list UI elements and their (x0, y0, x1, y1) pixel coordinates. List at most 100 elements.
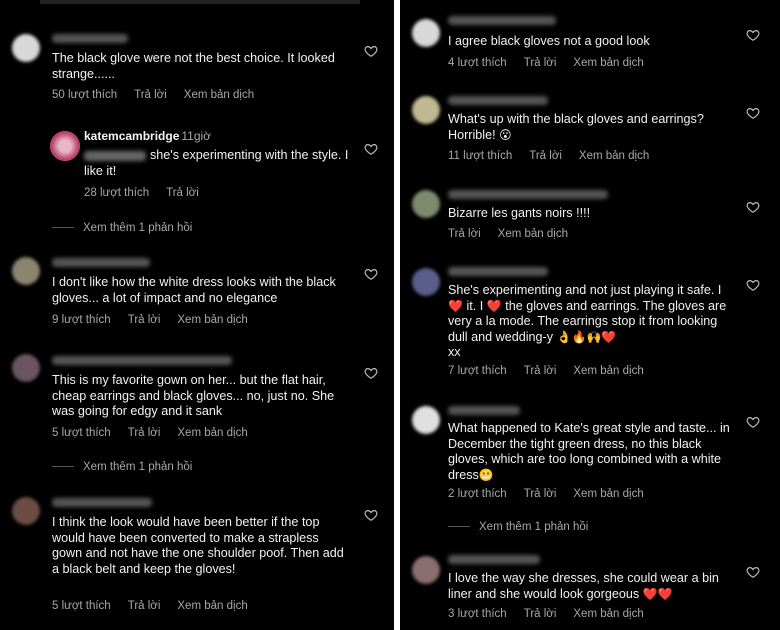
heart-icon[interactable] (746, 106, 760, 120)
red-heart-icon: ❤️ (601, 329, 617, 344)
heart-icon[interactable] (364, 44, 378, 58)
avatar[interactable] (412, 19, 440, 47)
reply-button[interactable]: Trả lời (448, 228, 481, 240)
reply-button[interactable]: Trả lời (134, 89, 167, 101)
avatar[interactable] (412, 268, 440, 296)
avatar[interactable] (12, 34, 40, 62)
username-blurred[interactable] (52, 258, 150, 267)
translate-button[interactable]: Xem bản dịch (498, 228, 568, 240)
reply-button[interactable]: Trả lời (524, 608, 557, 620)
comment-meta: Trả lời Xem bản dịch (448, 228, 585, 240)
heart-icon[interactable] (746, 278, 760, 292)
left-comments-panel: The black glove were not the best choice… (0, 0, 394, 630)
comment-meta: 4 lượt thích Trả lời Xem bản dịch (448, 57, 661, 69)
top-edge (40, 0, 360, 4)
username-blurred[interactable] (448, 16, 556, 25)
comment-text: What happened to Kate's great style and … (448, 421, 730, 482)
surprised-face-icon: 😮 (499, 127, 512, 142)
username-blurred[interactable] (448, 190, 608, 199)
heart-icon[interactable] (746, 415, 760, 429)
heart-icon[interactable] (364, 267, 378, 281)
translate-button[interactable]: Xem bản dịch (177, 600, 247, 612)
reply-button[interactable]: Trả lời (166, 187, 199, 199)
heart-icon[interactable] (746, 28, 760, 42)
username-blurred[interactable] (52, 34, 128, 43)
like-count[interactable]: 5 lượt thích (52, 600, 111, 612)
reply-button[interactable]: Trả lời (524, 365, 557, 377)
comment-meta: 7 lượt thích Trả lời Xem bản dịch (448, 365, 661, 377)
reply-text: she's experimenting with the style. I li… (84, 148, 349, 178)
avatar[interactable] (412, 406, 440, 434)
like-count[interactable]: 50 lượt thích (52, 89, 117, 101)
translate-button[interactable]: Xem bản dịch (573, 57, 643, 69)
username-blurred[interactable] (52, 356, 232, 365)
avatar[interactable] (12, 354, 40, 382)
comment-meta: 9 lượt thích Trả lời Xem bản dịch (52, 314, 265, 326)
avatar[interactable] (12, 257, 40, 285)
reply-author[interactable]: katemcambridge 11giờ (84, 129, 211, 143)
reply-button[interactable]: Trả lời (529, 150, 562, 162)
comment-text: I love the way she dresses, she could we… (448, 571, 719, 601)
heart-icon[interactable] (364, 366, 378, 380)
comment-text: Bizarre les gants noirs !!!! (448, 206, 591, 220)
comment-text: She's experimenting and not just playing… (448, 283, 727, 359)
comment-text: The black glove were not the best choice… (52, 51, 335, 81)
grimacing-face-icon: 😬 (478, 467, 494, 482)
heart-icon[interactable] (364, 508, 378, 522)
heart-icon[interactable] (746, 200, 760, 214)
reply-button[interactable]: Trả lời (128, 314, 161, 326)
username-blurred[interactable] (52, 498, 152, 507)
like-count[interactable]: 28 lượt thích (84, 187, 149, 199)
reply-meta: 28 lượt thích Trả lời (84, 187, 216, 199)
reply-button[interactable]: Trả lời (128, 427, 161, 439)
mention-blurred[interactable] (84, 150, 146, 161)
red-heart-icon: ❤️ (448, 298, 463, 313)
heart-icon[interactable] (746, 565, 760, 579)
comment-text: I agree black gloves not a good look (448, 34, 650, 48)
comment-meta: 5 lượt thích Trả lời Xem bản dịch (52, 427, 265, 439)
like-count[interactable]: 2 lượt thích (448, 488, 507, 500)
avatar[interactable] (412, 96, 440, 124)
comment-meta: 2 lượt thích Trả lời Xem bản dịch (448, 488, 661, 500)
reply-button[interactable]: Trả lời (524, 57, 557, 69)
red-heart-icon: ❤️ (486, 298, 502, 313)
view-more-replies[interactable]: Xem thêm 1 phản hồi (448, 521, 588, 533)
comment-meta: 11 lượt thích Trả lời Xem bản dịch (448, 150, 666, 162)
translate-button[interactable]: Xem bản dịch (177, 427, 247, 439)
translate-button[interactable]: Xem bản dịch (579, 150, 649, 162)
translate-button[interactable]: Xem bản dịch (573, 365, 643, 377)
reply-button[interactable]: Trả lời (524, 488, 557, 500)
comment-text: I don't like how the white dress looks w… (52, 275, 336, 305)
comment-text: I think the look would have been better … (52, 515, 344, 576)
like-count[interactable]: 3 lượt thích (448, 608, 507, 620)
right-comments-panel: I agree black gloves not a good look 4 l… (400, 0, 780, 630)
like-count[interactable]: 7 lượt thích (448, 365, 507, 377)
comment-text: This is my favorite gown on her... but t… (52, 373, 335, 418)
like-count[interactable]: 9 lượt thích (52, 314, 111, 326)
like-count[interactable]: 4 lượt thích (448, 57, 507, 69)
translate-button[interactable]: Xem bản dịch (184, 89, 254, 101)
fire-icon: 🔥 (571, 329, 587, 344)
reply-button[interactable]: Trả lời (128, 600, 161, 612)
avatar[interactable] (50, 131, 80, 161)
username-blurred[interactable] (448, 267, 548, 276)
red-heart-icon: ❤️ (657, 586, 673, 601)
translate-button[interactable]: Xem bản dịch (573, 488, 643, 500)
ok-hand-icon: 👌 (556, 329, 572, 344)
translate-button[interactable]: Xem bản dịch (573, 608, 643, 620)
raised-hands-icon: 🙌 (586, 329, 602, 344)
view-more-replies[interactable]: Xem thêm 1 phản hồi (52, 222, 192, 234)
avatar[interactable] (412, 190, 440, 218)
comment-meta: 3 lượt thích Trả lời Xem bản dịch (448, 608, 661, 620)
username-blurred[interactable] (448, 406, 520, 415)
view-more-replies[interactable]: Xem thêm 1 phản hồi (52, 461, 192, 473)
like-count[interactable]: 5 lượt thích (52, 427, 111, 439)
comment-text: What's up with the black gloves and earr… (448, 112, 704, 142)
username-blurred[interactable] (448, 96, 548, 105)
heart-icon[interactable] (364, 142, 378, 156)
avatar[interactable] (12, 497, 40, 525)
username-blurred[interactable] (448, 555, 540, 564)
avatar[interactable] (412, 556, 440, 584)
like-count[interactable]: 11 lượt thích (448, 150, 512, 162)
translate-button[interactable]: Xem bản dịch (177, 314, 247, 326)
